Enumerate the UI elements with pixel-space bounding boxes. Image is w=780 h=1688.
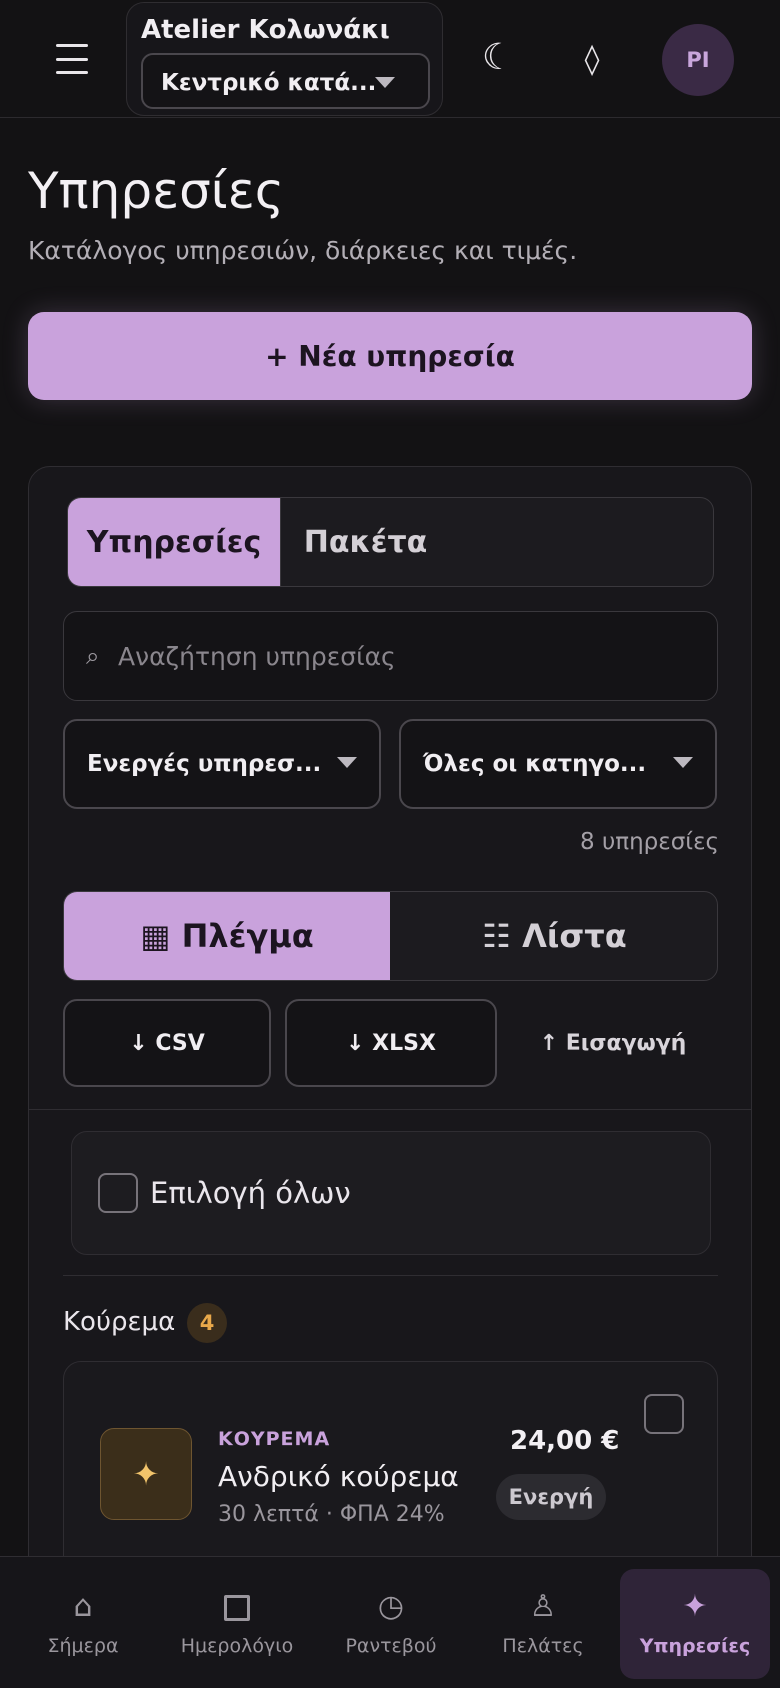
menu-icon[interactable] — [56, 44, 88, 74]
import-button[interactable]: ↑ Εισαγωγή — [509, 999, 717, 1087]
nav-label: Πελάτες — [502, 1635, 584, 1657]
service-price: 24,00 € — [510, 1426, 620, 1456]
service-category: ΚΟΥΡΕΜΑ — [218, 1428, 331, 1450]
list-view-button[interactable]: ☷ Λίστα — [390, 892, 717, 980]
search-placeholder: Αναζήτηση υπηρεσίας — [118, 642, 396, 671]
nav-item-calendar[interactable]: Ημερολόγιο — [162, 1569, 312, 1679]
page-subtitle: Κατάλογος υπηρεσιών, διάρκειες και τιμές… — [28, 236, 578, 265]
sparkle-icon: ✦ — [100, 1428, 192, 1520]
nav-label: Ημερολόγιο — [180, 1635, 294, 1657]
location-select-value: Κεντρικό κατά... — [161, 70, 377, 96]
search-input[interactable]: ⌕ Αναζήτηση υπηρεσίας — [63, 611, 718, 701]
service-name: Ανδρικό κούρεμα — [218, 1460, 459, 1493]
moon-icon[interactable]: ☾ — [478, 36, 518, 80]
services-card: Υπηρεσίες Πακέτα ⌕ Αναζήτηση υπηρεσίας Ε… — [28, 466, 752, 1688]
tab-services[interactable]: Υπηρεσίες — [68, 498, 280, 586]
select-all-row[interactable]: Επιλογή όλων — [71, 1131, 711, 1255]
service-meta: 30 λεπτά · ΦΠΑ 24% — [218, 1502, 445, 1527]
export-xlsx-button[interactable]: ↓ XLSX — [285, 999, 497, 1087]
person-icon: ♙ — [529, 1589, 557, 1624]
status-badge: Ενεργή — [496, 1474, 606, 1520]
select-all-checkbox[interactable] — [98, 1173, 138, 1213]
nav-item-services[interactable]: ✦ Υπηρεσίες — [620, 1569, 770, 1679]
avatar[interactable]: PI — [662, 24, 734, 96]
search-icon: ⌕ — [86, 642, 100, 670]
chevron-down-icon — [375, 77, 395, 88]
nav-item-appointments[interactable]: ◷ Ραντεβού — [316, 1569, 466, 1679]
sparkle-icon: ✦ — [682, 1589, 708, 1624]
tab-packages[interactable]: Πακέτα — [280, 498, 450, 586]
location-select[interactable]: Κεντρικό κατά... — [141, 53, 430, 109]
divider — [63, 1275, 718, 1276]
top-bar: Atelier Κολωνάκι Κεντρικό κατά... ☾ ◊ PI — [0, 0, 780, 118]
nav-item-clients[interactable]: ♙ Πελάτες — [468, 1569, 618, 1679]
divider — [29, 1109, 751, 1110]
diamond-icon[interactable]: ◊ — [572, 38, 612, 82]
page-title: Υπηρεσίες — [28, 162, 285, 220]
nav-label: Υπηρεσίες — [639, 1635, 751, 1657]
nav-label: Ραντεβού — [345, 1635, 437, 1657]
clock-icon: ◷ — [377, 1589, 405, 1624]
export-csv-button[interactable]: ↓ CSV — [63, 999, 271, 1087]
nav-item-today[interactable]: ⌂ Σήμερα — [8, 1569, 158, 1679]
category-heading: Κούρεμα — [63, 1307, 176, 1337]
chevron-down-icon — [337, 757, 357, 768]
service-checkbox[interactable] — [644, 1394, 684, 1434]
category-count-badge: 4 — [187, 1303, 227, 1343]
chevron-down-icon — [673, 757, 693, 768]
category-filter-value: Όλες οι κατηγο... — [423, 751, 647, 777]
services-tabs: Υπηρεσίες Πακέτα — [67, 497, 714, 587]
home-icon: ⌂ — [73, 1589, 93, 1624]
grid-view-button[interactable]: ▦ Πλέγμα — [64, 892, 390, 980]
calendar-icon — [224, 1587, 250, 1627]
bottom-nav: ⌂ Σήμερα Ημερολόγιο ◷ Ραντεβού ♙ Πελάτες… — [0, 1556, 780, 1688]
new-service-button[interactable]: + Νέα υπηρεσία — [28, 312, 752, 400]
status-filter-value: Ενεργές υπηρεσ... — [87, 751, 322, 777]
select-all-label: Επιλογή όλων — [150, 1176, 351, 1210]
status-filter-select[interactable]: Ενεργές υπηρεσ... — [63, 719, 381, 809]
result-count: 8 υπηρεσίες — [580, 829, 719, 855]
nav-label: Σήμερα — [47, 1635, 119, 1657]
view-toggle: ▦ Πλέγμα ☷ Λίστα — [63, 891, 718, 981]
workspace-switcher[interactable]: Atelier Κολωνάκι Κεντρικό κατά... — [126, 2, 443, 116]
category-filter-select[interactable]: Όλες οι κατηγο... — [399, 719, 717, 809]
workspace-name: Atelier Κολωνάκι — [141, 15, 390, 45]
